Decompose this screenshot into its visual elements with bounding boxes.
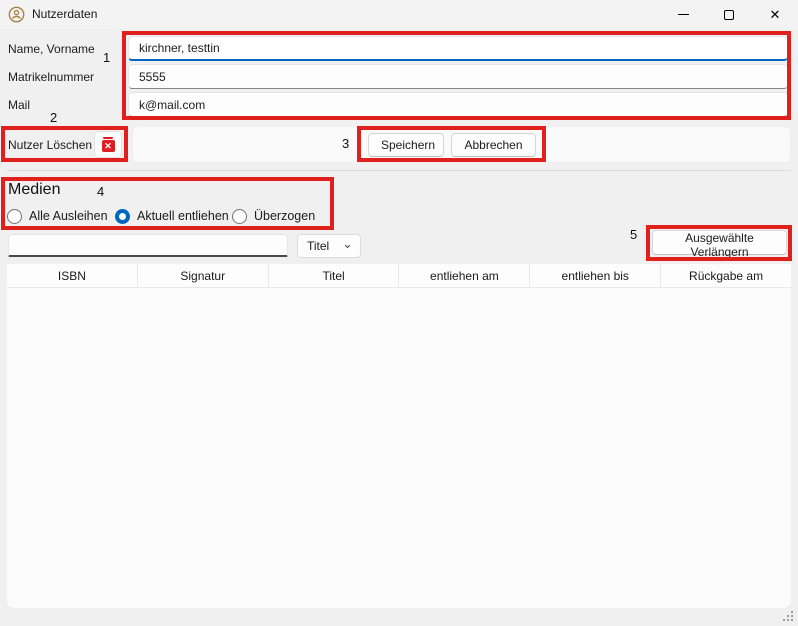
annotation-label-2: 2 xyxy=(50,110,57,125)
column-header-signatur[interactable]: Signatur xyxy=(138,264,269,287)
column-header-entliehen-am[interactable]: entliehen am xyxy=(399,264,530,287)
mail-label: Mail xyxy=(8,98,30,112)
maximize-button[interactable] xyxy=(706,0,752,29)
radio-ueberzogen[interactable]: Überzogen xyxy=(232,207,315,225)
radio-off-icon xyxy=(7,209,22,224)
trash-x-icon: ✕ xyxy=(101,137,116,153)
table-header-row: ISBN Signatur Titel entliehen am entlieh… xyxy=(7,264,791,288)
chevron-down-icon: ⌄ xyxy=(342,236,353,252)
cancel-button[interactable]: Abbrechen xyxy=(451,133,536,157)
minimize-button[interactable] xyxy=(660,0,706,29)
dropdown-value: Titel xyxy=(307,239,329,253)
close-button[interactable]: ✕ xyxy=(752,0,798,29)
delete-user-button[interactable]: ✕ xyxy=(94,131,122,158)
name-label: Name, Vorname xyxy=(8,42,95,56)
annotation-label-3: 3 xyxy=(342,136,349,151)
column-header-rueckgabe-am[interactable]: Rückgabe am xyxy=(661,264,791,287)
title-bar: Nutzerdaten ✕ xyxy=(0,0,798,29)
user-circle-icon xyxy=(8,6,25,23)
app-window: Nutzerdaten ✕ Name, Vorname Matrikelnumm… xyxy=(0,0,798,626)
radio-on-icon xyxy=(115,209,130,224)
medien-heading: Medien xyxy=(8,181,60,199)
matrikel-field[interactable] xyxy=(128,64,788,89)
radio-aktuell-entliehen[interactable]: Aktuell entliehen xyxy=(115,207,229,225)
resize-grip-icon[interactable] xyxy=(782,610,793,621)
matrikel-label: Matrikelnummer xyxy=(8,70,94,84)
filter-dropdown[interactable]: Titel ⌄ xyxy=(297,234,361,258)
name-field[interactable] xyxy=(128,36,788,61)
radio-off-icon xyxy=(232,209,247,224)
annotation-label-4: 4 xyxy=(97,184,104,199)
table-body-empty xyxy=(7,288,791,608)
mail-field[interactable] xyxy=(128,92,788,117)
maximize-icon xyxy=(724,10,734,20)
column-header-isbn[interactable]: ISBN xyxy=(7,264,138,287)
column-header-entliehen-bis[interactable]: entliehen bis xyxy=(530,264,661,287)
close-icon: ✕ xyxy=(770,8,781,21)
annotation-label-1: 1 xyxy=(103,50,110,65)
extend-selected-button[interactable]: Ausgewählte Verlängern xyxy=(652,230,787,255)
status-strip xyxy=(0,608,798,626)
search-input[interactable] xyxy=(8,234,288,257)
delete-user-label: Nutzer Löschen xyxy=(8,138,92,152)
save-button[interactable]: Speichern xyxy=(368,133,444,157)
media-table: ISBN Signatur Titel entliehen am entlieh… xyxy=(7,264,791,608)
window-title: Nutzerdaten xyxy=(32,7,97,21)
minimize-icon xyxy=(678,14,689,15)
section-divider xyxy=(7,170,791,171)
annotation-label-5: 5 xyxy=(630,227,637,242)
radio-alle-ausleihen[interactable]: Alle Ausleihen xyxy=(7,207,108,225)
column-header-titel[interactable]: Titel xyxy=(269,264,400,287)
